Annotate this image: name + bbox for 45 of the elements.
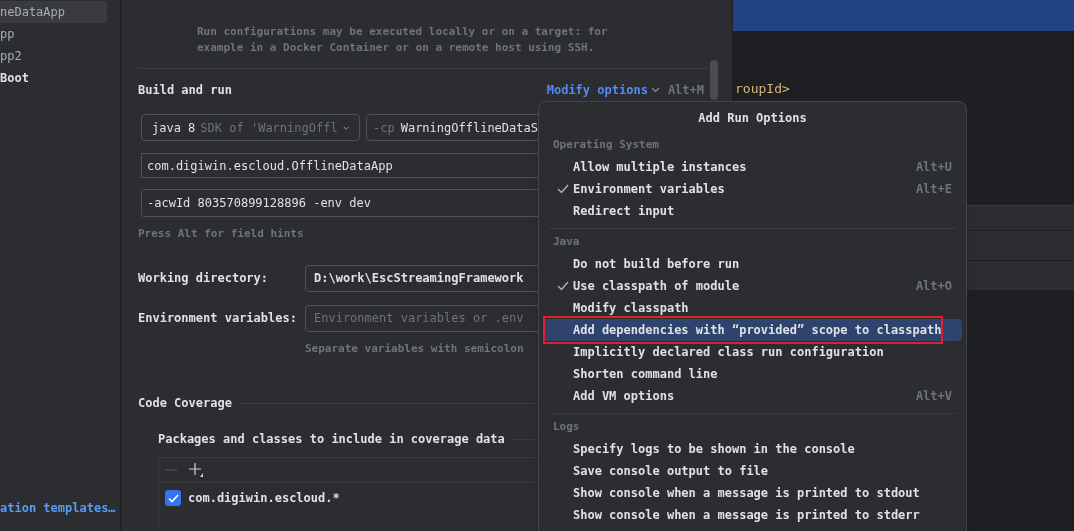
shortcut-label: Alt+M [667, 82, 704, 99]
chevron-down-icon [342, 124, 349, 131]
sidebar-item[interactable]: pp2 [0, 45, 107, 67]
menu-item[interactable]: Add dependencies with “provided” scope to classpath [543, 319, 962, 341]
scrollbar[interactable] [710, 60, 718, 100]
sidebar-item[interactable]: pp [0, 23, 107, 45]
hint-text: Press Alt for field hints [138, 226, 304, 242]
check-icon [557, 184, 569, 194]
menu-item[interactable]: Shorten command line [543, 363, 962, 385]
checkbox[interactable] [165, 490, 181, 506]
section-header: Java [552, 234, 580, 250]
popup-title: Add Run Options [698, 110, 807, 127]
sidebar-item[interactable]: Boot [0, 67, 107, 89]
menu-item[interactable]: Add VM options Alt+V [543, 385, 962, 407]
hint-text: Separate variables with semicolon [305, 340, 524, 357]
add-icon [189, 463, 203, 477]
check-icon [557, 281, 569, 291]
sdk-hint: SDK of 'WarningOffl [200, 119, 338, 137]
section-header: Logs [552, 419, 580, 435]
templates-link[interactable]: ation templates… [0, 499, 116, 517]
package-label: com.digiwin.escloud.* [188, 490, 340, 507]
section-title: Build and run [138, 82, 232, 99]
section-title: Packages and classes to include in coverage data [158, 431, 505, 448]
section-title: Code Coverage [138, 395, 232, 412]
menu-item[interactable]: Show console when a message is printed to stderr [543, 504, 962, 526]
sdk-dropdown[interactable]: java 8 SDK of 'WarningOffl [141, 114, 360, 141]
classpath-prefix: -cp [373, 119, 395, 137]
description-text: example in a Docker Container or on a remote host using SSH. [197, 40, 596, 56]
shortcut-label: Alt+O [915, 278, 952, 295]
shortcut-label: Alt+U [915, 159, 952, 176]
menu-item[interactable]: Specify logs to be shown in the console [543, 438, 962, 460]
chevron-down-icon [650, 87, 660, 93]
sdk-value: java 8 [152, 119, 196, 137]
description-text: Run configurations may be executed locally or on a target: for [197, 24, 609, 40]
code-line: roupId> [735, 80, 790, 95]
shortcut-label: Alt+E [915, 181, 952, 198]
menu-item[interactable]: Save console output to file [543, 460, 962, 482]
menu-item[interactable]: Implicitly declared class run configuration [543, 341, 962, 363]
field-label: Working directory: [138, 270, 270, 287]
modify-options-link[interactable]: Modify options [546, 81, 660, 99]
sidebar-item[interactable]: neDataApp [0, 1, 107, 23]
field-label: Environment variables: [138, 310, 298, 327]
classpath-value: WarningOfflineDataS [400, 119, 538, 137]
shortcut-label: Alt+V [915, 388, 952, 405]
menu-item[interactable]: Show console when a message is printed to stdout [543, 482, 962, 504]
